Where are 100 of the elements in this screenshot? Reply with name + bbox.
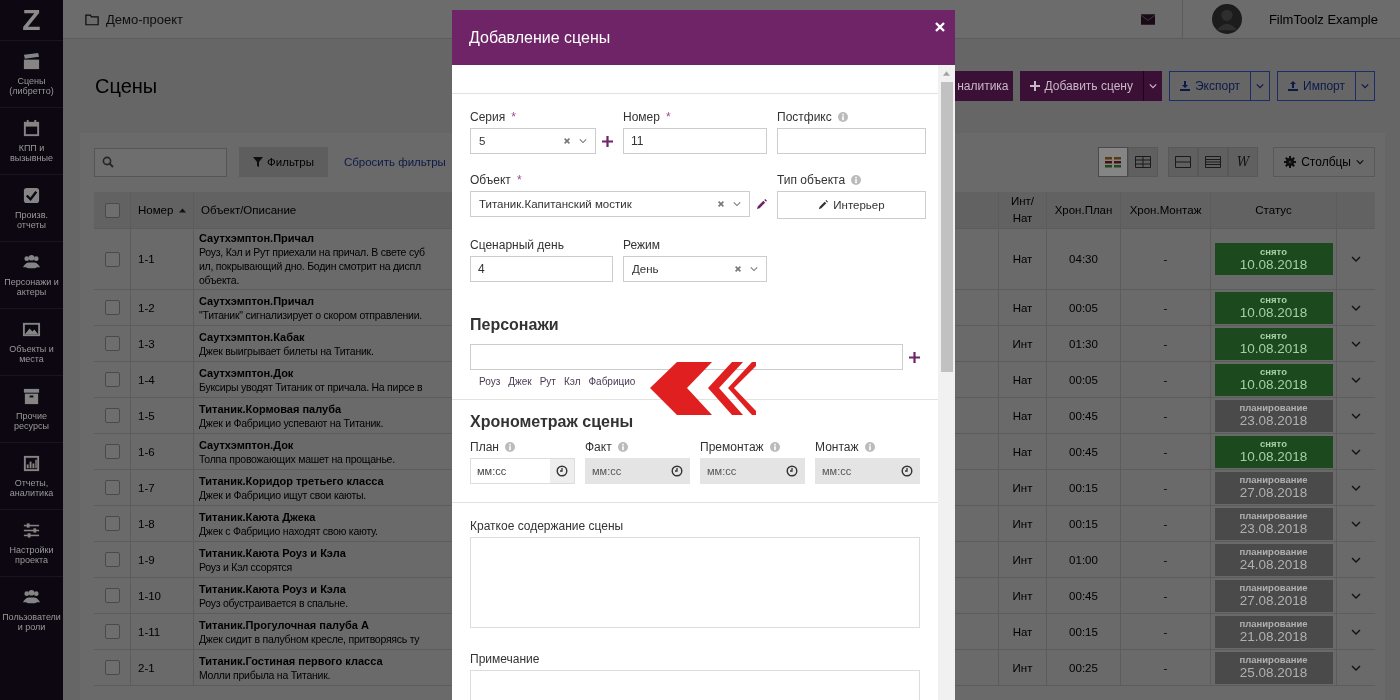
table-cell: 00:45	[1069, 409, 1098, 422]
envelope-icon[interactable]	[1140, 12, 1155, 26]
required-mark: *	[511, 110, 516, 124]
dropdown-toggle[interactable]	[1356, 71, 1375, 101]
plus-icon[interactable]	[602, 135, 613, 147]
info-icon[interactable]	[837, 112, 848, 122]
script-day-input[interactable]: 4	[470, 256, 613, 282]
row-density-button[interactable]	[1198, 147, 1229, 177]
character-suggestion-link[interactable]: Джек	[508, 376, 532, 387]
logo[interactable]: Z	[0, 0, 63, 40]
dropdown-toggle[interactable]	[1251, 71, 1271, 101]
field-label: Краткое содержание сцены	[470, 519, 624, 533]
summary-textarea[interactable]	[470, 537, 920, 628]
scene-number: 1-5	[138, 409, 155, 422]
character-suggestion-link[interactable]: Фабрицио	[588, 376, 636, 387]
clear-icon[interactable]	[563, 137, 571, 145]
info-icon[interactable]	[851, 175, 862, 185]
scrollbar[interactable]	[938, 65, 955, 700]
field-label: Тип объекта	[777, 173, 846, 187]
caret-icon	[579, 137, 587, 145]
clear-icon[interactable]	[734, 265, 742, 273]
info-icon[interactable]	[504, 442, 515, 452]
row-checkbox[interactable]	[104, 588, 120, 603]
section-heading: Хронометраж сцены	[470, 412, 635, 431]
table-cell: 04:30	[1069, 253, 1098, 265]
sidebar-item[interactable]: Прочие ресурсы	[0, 375, 63, 442]
close-icon[interactable]	[935, 21, 945, 32]
mode-select[interactable]: День	[623, 256, 767, 282]
sidebar-item[interactable]: Настройки проекта	[0, 509, 63, 576]
sidebar-item[interactable]: КПП и вызывные	[0, 107, 63, 174]
chevron-down-icon[interactable]	[1351, 254, 1361, 264]
table-cell: -	[1163, 517, 1168, 530]
row-checkbox[interactable]	[104, 480, 120, 495]
row-checkbox[interactable]	[104, 444, 120, 459]
object-type-button[interactable]: Интерьер	[777, 191, 926, 219]
scene-description: Роуз обустраивается в спальне.	[199, 595, 348, 610]
action-button[interactable]: Добавить сцену	[1019, 71, 1143, 101]
duration-input[interactable]: мм:сс	[470, 458, 575, 484]
columns-button[interactable]: Столбцы	[1273, 147, 1375, 177]
table-cell: Нат	[1012, 301, 1033, 314]
sidebar-item[interactable]: Сцены (либретто)	[0, 40, 63, 107]
table-cell: 00:45	[1069, 589, 1098, 602]
row-checkbox[interactable]	[104, 552, 120, 567]
row-checkbox[interactable]	[104, 516, 120, 531]
postfix-input[interactable]	[777, 128, 926, 154]
character-suggestion-link[interactable]: Рут	[539, 376, 556, 387]
sidebar-item[interactable]: Произв. отчеты	[0, 174, 63, 241]
view-mode-button[interactable]	[1128, 147, 1159, 177]
search-field[interactable]	[94, 147, 227, 177]
number-input[interactable]: 11	[623, 128, 767, 154]
plus-icon[interactable]	[909, 351, 920, 363]
filter-icon	[253, 157, 263, 167]
scene-object: Титаник.Кормовая палуба	[199, 401, 342, 416]
series-select[interactable]: 5	[470, 128, 596, 154]
chart-icon	[22, 454, 41, 473]
scene-number: 2-1	[138, 661, 155, 674]
sidebar-label: Произв. отчеты	[14, 210, 49, 230]
clear-icon[interactable]	[717, 200, 725, 208]
project-name[interactable]: Демо-проект	[106, 11, 184, 27]
status-badge: планирование 27.08.2018	[1214, 579, 1333, 612]
select-all-checkbox[interactable]	[104, 202, 120, 218]
pencil-icon[interactable]	[756, 198, 767, 210]
sidebar-item[interactable]: Персонажи и актеры	[0, 241, 63, 308]
scene-description: Джек выигрывает билеты на Титаник.	[199, 343, 374, 358]
table-cell: Инт	[1012, 553, 1033, 566]
scroll-up-icon[interactable]	[943, 71, 950, 76]
sort-ascending-icon	[179, 207, 187, 213]
field-label: Постфикс	[777, 110, 832, 124]
table-cell: Инт	[1012, 481, 1033, 494]
row-checkbox[interactable]	[104, 624, 120, 639]
field-label: Номер	[623, 110, 660, 124]
status-badge: снято 10.08.2018	[1214, 291, 1333, 324]
avatar-icon[interactable]	[1211, 4, 1242, 34]
row-checkbox[interactable]	[104, 336, 120, 351]
row-checkbox[interactable]	[104, 660, 120, 675]
row-checkbox[interactable]	[104, 300, 120, 315]
clock-icon	[556, 465, 568, 477]
sidebar-item[interactable]: Пользователи и роли	[0, 576, 63, 643]
character-suggestion-link[interactable]: Роуз	[479, 376, 501, 387]
caret-icon	[1356, 158, 1364, 166]
table-cell: -	[1163, 253, 1168, 265]
row-checkbox[interactable]	[104, 372, 120, 387]
object-select[interactable]: Титаник.Капитанский мостик	[470, 191, 750, 217]
sidebar-item[interactable]: Отчеты, аналитика	[0, 442, 63, 509]
table-cell: -	[1163, 337, 1168, 350]
row-checkbox[interactable]	[104, 251, 120, 267]
field-label: Примечание	[470, 652, 540, 666]
required-mark: *	[516, 173, 522, 187]
view-mode-button[interactable]	[1098, 147, 1129, 177]
characters-input[interactable]	[470, 344, 903, 370]
user-name[interactable]: FilmToolz Example	[1268, 11, 1378, 27]
sidebar-label: Персонажи и актеры	[3, 277, 60, 297]
row-checkbox[interactable]	[104, 408, 120, 423]
table-cell: 00:25	[1069, 661, 1098, 674]
status-badge: планирование 21.08.2018	[1214, 615, 1333, 648]
sidebar-item[interactable]: Объекты и места	[0, 308, 63, 375]
row-density-button[interactable]	[1168, 147, 1199, 177]
character-suggestion-link[interactable]: Кэл	[563, 376, 581, 387]
table-cell: -	[1163, 481, 1168, 494]
calendar-icon	[22, 119, 41, 138]
